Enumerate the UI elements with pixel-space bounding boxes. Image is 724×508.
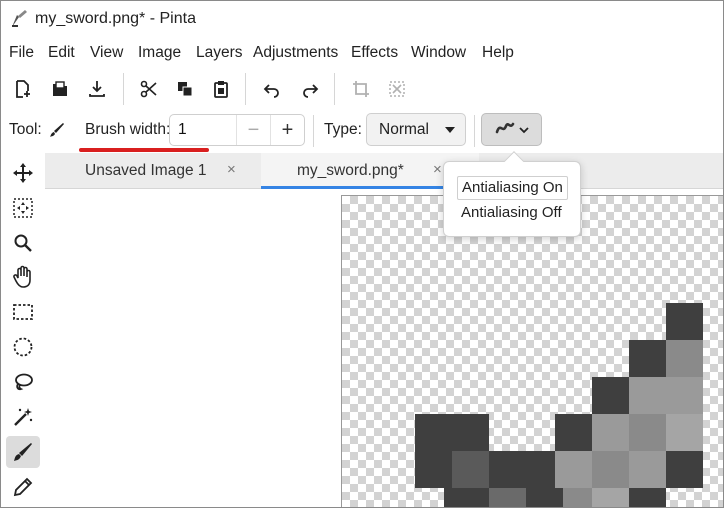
antialiasing-on-option[interactable]: Antialiasing On	[457, 176, 568, 200]
copy-icon[interactable]	[171, 75, 199, 103]
pixel	[666, 414, 703, 451]
paintbrush-icon[interactable]	[6, 436, 40, 468]
ellipse-select-icon[interactable]	[6, 331, 40, 363]
current-tool-icon	[48, 121, 66, 143]
menu-help[interactable]: Help	[482, 44, 514, 62]
pixel	[666, 340, 703, 377]
pixel	[555, 451, 592, 488]
document-tabs: Unsaved Image 1 × my_sword.png* ×	[45, 153, 723, 189]
move-selected-icon[interactable]	[6, 157, 40, 189]
tools-panel	[1, 153, 45, 507]
title-bar: my_sword.png* - Pinta	[1, 1, 723, 39]
brush-type-dropdown[interactable]: Normal	[366, 113, 466, 146]
pixel	[592, 488, 629, 507]
menu-view[interactable]: View	[90, 44, 123, 62]
tool-label: Tool:	[9, 121, 42, 138]
toolbar-separator	[123, 73, 124, 105]
crop-icon[interactable]	[347, 75, 375, 103]
cut-icon[interactable]	[135, 75, 163, 103]
deselect-icon[interactable]	[383, 75, 411, 103]
chevron-down-icon	[445, 127, 455, 133]
pixel	[489, 451, 526, 488]
toolbar-separator	[313, 115, 314, 147]
paste-icon[interactable]	[207, 75, 235, 103]
pixel	[526, 488, 563, 507]
toolbar-separator	[334, 73, 335, 105]
pixel	[489, 488, 526, 507]
redo-icon[interactable]	[296, 75, 324, 103]
window-title: my_sword.png* - Pinta	[35, 10, 196, 27]
pixel	[629, 414, 666, 451]
brush-width-value[interactable]: 1	[178, 121, 187, 139]
brush-width-label: Brush width:	[85, 121, 171, 138]
tab-unsaved-image-1[interactable]: Unsaved Image 1 ×	[45, 153, 261, 189]
rectangle-select-icon[interactable]	[6, 296, 40, 328]
close-icon[interactable]: ×	[433, 161, 442, 178]
pixel	[666, 303, 703, 340]
canvas-area[interactable]	[45, 189, 723, 507]
pan-icon[interactable]	[6, 261, 40, 293]
move-selection-icon[interactable]	[6, 192, 40, 224]
pixel	[592, 414, 629, 451]
menu-adjustments[interactable]: Adjustments	[253, 44, 338, 62]
pinta-window: my_sword.png* - Pinta File Edit View Ima…	[0, 0, 724, 508]
pixel	[629, 488, 666, 507]
brush-type-value: Normal	[379, 121, 429, 138]
pixel	[629, 340, 666, 377]
pixel	[666, 377, 703, 414]
magic-wand-icon[interactable]	[6, 401, 40, 433]
annotation-underline-brush-width	[79, 148, 209, 152]
pixel	[415, 451, 452, 488]
menu-file[interactable]: File	[9, 44, 34, 62]
antialiasing-off-option[interactable]: Antialiasing Off	[457, 202, 566, 226]
pixel	[592, 377, 629, 414]
brush-width-decrease-button[interactable]: −	[236, 115, 270, 145]
pencil-icon[interactable]	[6, 471, 40, 503]
pixel	[415, 414, 452, 451]
pixel	[452, 414, 489, 451]
menu-image[interactable]: Image	[138, 44, 181, 62]
antialiasing-icon	[495, 120, 515, 140]
menu-bar: File Edit View Image Layers Adjustments …	[1, 39, 723, 67]
menu-layers[interactable]: Layers	[196, 44, 243, 62]
menu-window[interactable]: Window	[411, 44, 466, 62]
brush-width-spinner[interactable]: 1 − +	[169, 114, 305, 146]
open-icon[interactable]	[46, 75, 74, 103]
tab-label: Unsaved Image 1	[85, 162, 207, 179]
type-label: Type:	[324, 121, 362, 138]
pixel	[666, 451, 703, 488]
zoom-icon[interactable]	[6, 227, 40, 259]
pinta-app-icon	[9, 9, 29, 29]
menu-edit[interactable]: Edit	[48, 44, 75, 62]
pixel	[629, 451, 666, 488]
image-canvas[interactable]	[341, 195, 723, 507]
undo-icon[interactable]	[258, 75, 286, 103]
pixel	[592, 451, 629, 488]
pixel	[452, 451, 489, 488]
chevron-down-icon	[518, 121, 529, 138]
pixel	[452, 488, 489, 507]
toolbar-separator	[245, 73, 246, 105]
toolbar-separator	[474, 115, 475, 147]
new-image-icon[interactable]	[9, 75, 37, 103]
pixel	[629, 377, 666, 414]
pixel	[555, 414, 592, 451]
close-icon[interactable]: ×	[227, 161, 236, 178]
menu-effects[interactable]: Effects	[351, 44, 398, 62]
lasso-select-icon[interactable]	[6, 366, 40, 398]
antialiasing-button[interactable]	[481, 113, 542, 146]
main-toolbar	[1, 69, 723, 109]
antialiasing-popover: Antialiasing On Antialiasing Off	[443, 151, 581, 237]
save-icon[interactable]	[83, 75, 111, 103]
tab-label: my_sword.png*	[297, 162, 404, 179]
tool-options-bar: Tool: Brush width: 1 − + Type: Normal	[1, 109, 723, 153]
brush-width-increase-button[interactable]: +	[270, 115, 304, 145]
